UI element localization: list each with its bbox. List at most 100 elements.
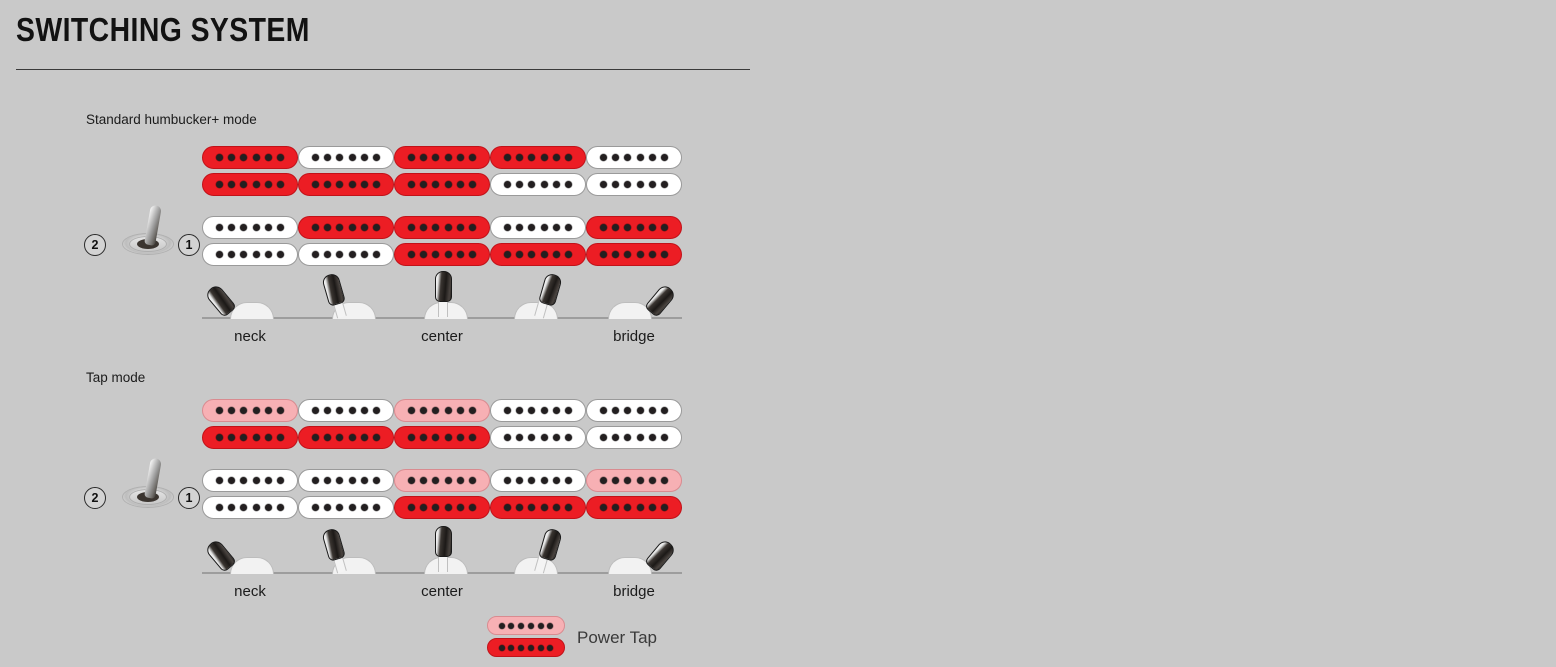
pole-piece	[552, 477, 560, 484]
pole-piece	[348, 477, 356, 484]
pole-piece	[456, 477, 464, 484]
pole-piece	[528, 154, 536, 161]
pole-piece	[216, 154, 224, 161]
pole-piece	[228, 407, 236, 414]
pole-piece	[504, 434, 512, 441]
selector-lever-icon	[435, 271, 452, 302]
coil-bottom	[394, 243, 490, 266]
pole-piece	[312, 477, 320, 484]
page-root: SWITCHING SYSTEM Standard humbucker+ mod…	[0, 0, 1556, 667]
coil-top	[394, 399, 490, 422]
pickup-tap-pos2-5	[586, 399, 682, 449]
pickup-tap-pos2-4	[490, 399, 586, 449]
pole-piece	[612, 477, 620, 484]
pole-piece	[660, 504, 668, 511]
selector-switch-icon-standard-1	[202, 283, 298, 325]
pole-piece	[264, 477, 272, 484]
pole-piece	[516, 477, 524, 484]
pole-piece	[252, 434, 260, 441]
pole-piece	[456, 181, 464, 188]
pole-piece	[420, 181, 428, 188]
coil-top	[487, 616, 565, 635]
pole-piece	[498, 644, 505, 651]
selector-switch-icon-standard-3	[394, 271, 490, 325]
coil-top	[490, 146, 586, 169]
page-title-switching: SWITCHING SYSTEM	[16, 11, 310, 48]
pole-piece	[498, 622, 505, 629]
pole-piece	[564, 477, 572, 484]
pole-piece	[312, 504, 320, 511]
legend-swatch	[487, 616, 565, 660]
pole-piece	[468, 407, 476, 414]
pole-piece	[276, 251, 284, 258]
pole-piece	[408, 434, 416, 441]
pole-piece	[336, 224, 344, 231]
pole-piece	[504, 407, 512, 414]
pole-piece	[336, 154, 344, 161]
pole-piece	[252, 154, 260, 161]
mini-toggle-switch-standard[interactable]	[108, 204, 184, 263]
coil-top	[394, 469, 490, 492]
pole-piece	[516, 434, 524, 441]
pole-piece	[564, 407, 572, 414]
pole-piece	[528, 181, 536, 188]
coil-top	[586, 399, 682, 422]
pole-piece	[336, 434, 344, 441]
pole-piece	[348, 504, 356, 511]
pole-piece	[420, 407, 428, 414]
pole-piece	[432, 434, 440, 441]
pole-piece	[276, 154, 284, 161]
title-divider-left	[16, 69, 750, 70]
coil-top	[490, 469, 586, 492]
coil-bottom	[586, 173, 682, 196]
pole-piece	[324, 251, 332, 258]
pole-piece	[648, 407, 656, 414]
pole-piece	[408, 251, 416, 258]
pole-piece	[408, 477, 416, 484]
pole-piece	[240, 224, 248, 231]
selector-label-neck-standard: neck	[234, 328, 266, 345]
pole-piece	[456, 407, 464, 414]
pole-piece	[372, 504, 380, 511]
pole-piece	[612, 154, 620, 161]
pole-piece	[264, 181, 272, 188]
pole-piece	[552, 224, 560, 231]
pole-piece	[468, 224, 476, 231]
pole-piece	[240, 251, 248, 258]
pole-piece	[612, 251, 620, 258]
coil-bottom	[298, 243, 394, 266]
selector-lever-icon	[435, 526, 452, 557]
pickup-tap-pos1-2	[298, 469, 394, 519]
pole-piece	[518, 644, 525, 651]
toggle-position-2-standard: 2	[84, 234, 106, 256]
pole-piece	[240, 504, 248, 511]
pole-piece	[264, 434, 272, 441]
pickup-tap-pos2-1	[202, 399, 298, 449]
pole-piece	[228, 251, 236, 258]
selector-switch-icon-tap-3	[394, 526, 490, 580]
coil-bottom	[586, 496, 682, 519]
pickup-tap-pos2-2	[298, 399, 394, 449]
pole-piece	[432, 181, 440, 188]
pickup-standard-pos1-1	[202, 216, 298, 266]
pickup-standard-pos1-3	[394, 216, 490, 266]
pole-piece	[360, 504, 368, 511]
coil-bottom	[487, 638, 565, 657]
pole-piece	[624, 407, 632, 414]
coil-bottom	[586, 243, 682, 266]
pole-piece	[240, 407, 248, 414]
pole-piece	[432, 477, 440, 484]
pole-piece	[444, 434, 452, 441]
pole-piece	[504, 251, 512, 258]
coil-top	[490, 216, 586, 239]
pole-piece	[504, 504, 512, 511]
coil-bottom	[298, 426, 394, 449]
pole-piece	[600, 504, 608, 511]
pole-piece	[432, 251, 440, 258]
pole-piece	[372, 477, 380, 484]
pole-piece	[420, 251, 428, 258]
mini-toggle-switch-tap[interactable]	[108, 457, 184, 516]
coil-top	[586, 146, 682, 169]
coil-top	[202, 399, 298, 422]
pole-piece	[336, 181, 344, 188]
